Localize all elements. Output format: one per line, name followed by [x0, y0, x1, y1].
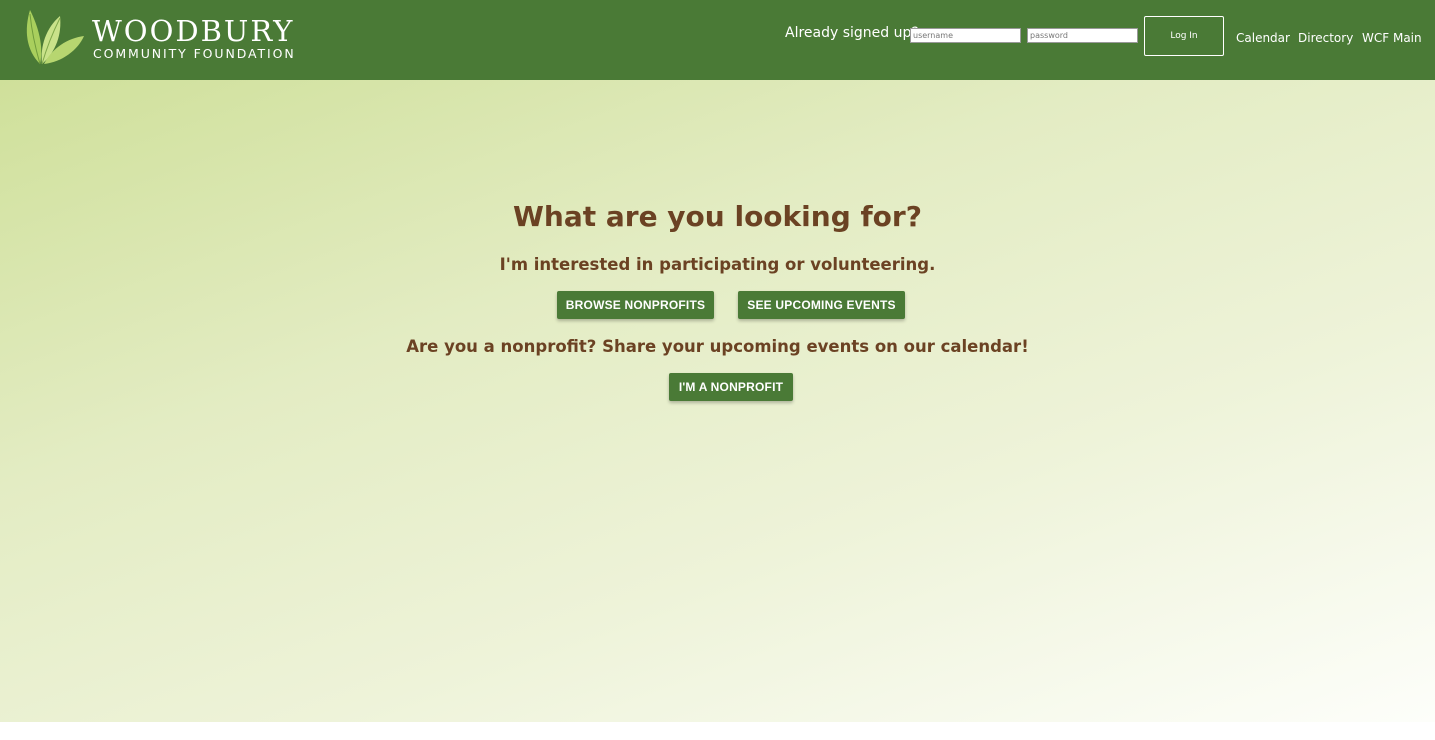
hero-section: What are you looking for? I'm interested… [0, 80, 1435, 722]
im-a-nonprofit-button[interactable]: I'M A NONPROFIT [669, 373, 793, 401]
nav-link-directory[interactable]: Directory [1298, 31, 1353, 45]
nav-link-wcf-main[interactable]: WCF Main [1362, 31, 1422, 45]
page-title: What are you looking for? [513, 200, 922, 233]
username-input[interactable] [910, 28, 1021, 43]
signin-prompt: Already signed up? [785, 25, 919, 41]
logo-subtitle: COMMUNITY FOUNDATION [93, 46, 296, 61]
password-input[interactable] [1027, 28, 1138, 43]
leaf-icon [26, 10, 84, 65]
site-header: WOODBURY COMMUNITY FOUNDATION Already si… [0, 0, 1435, 80]
participate-prompt: I'm interested in participating or volun… [499, 255, 936, 274]
logo-title: WOODBURY [92, 14, 295, 48]
browse-nonprofits-button[interactable]: BROWSE NONPROFITS [557, 291, 714, 319]
see-upcoming-events-button[interactable]: SEE UPCOMING EVENTS [738, 291, 905, 319]
nonprofit-prompt: Are you a nonprofit? Share your upcoming… [406, 337, 1029, 356]
login-button[interactable]: Log In [1144, 16, 1224, 56]
nav-link-calendar[interactable]: Calendar [1236, 31, 1290, 45]
logo[interactable]: WOODBURY COMMUNITY FOUNDATION [22, 6, 322, 68]
